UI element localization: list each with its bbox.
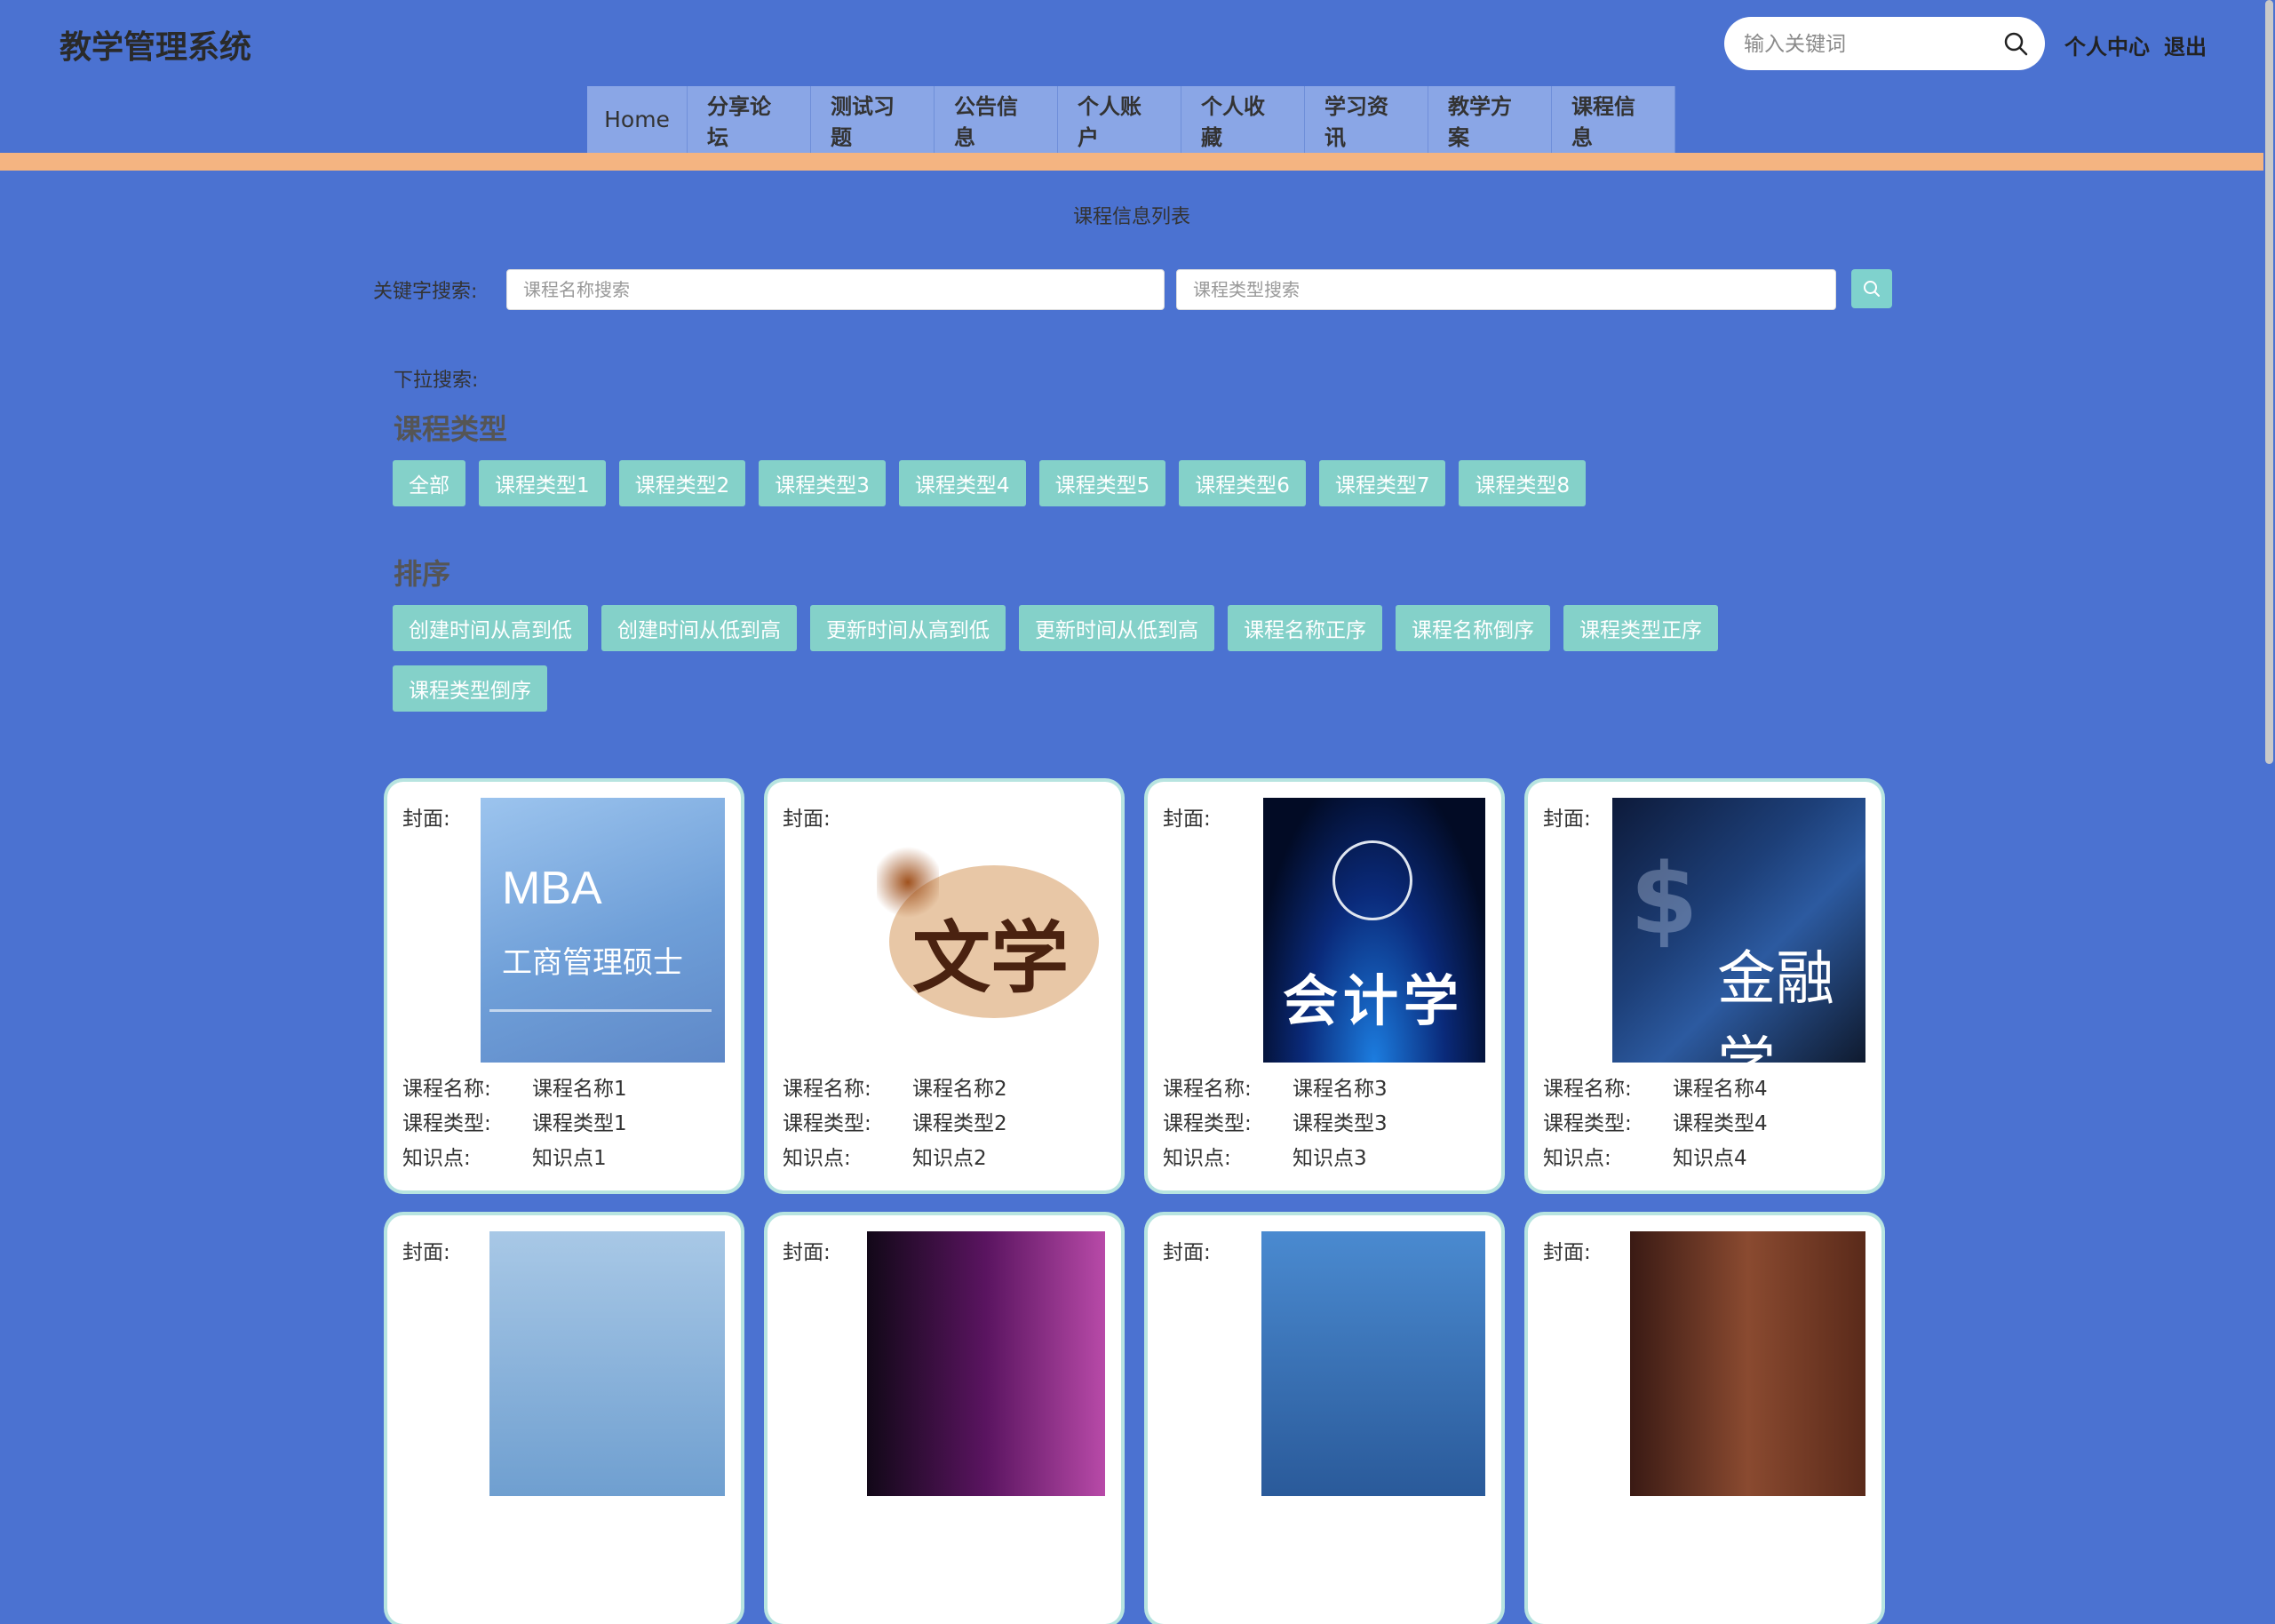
course-cover-image[interactable]: 文学 [861,798,1105,1063]
sort-created-desc[interactable]: 创建时间从高到低 [393,605,588,651]
university-seal [1332,840,1412,920]
cover-label: 封面: [402,808,450,831]
course-card[interactable]: 封面: 文学 课程名称: 课程名称2 课程类型: 课程类型2 知识点: 知识点2 [768,782,1121,1190]
type-chip-1[interactable]: 课程类型1 [479,460,606,506]
course-type-search-input[interactable] [1176,269,1836,310]
knowledge-point-row: 知识点: 知识点2 [783,1147,987,1170]
type-chip-2[interactable]: 课程类型2 [618,460,746,506]
cover-label: 封面: [402,1241,450,1264]
sort-type-desc[interactable]: 课程类型倒序 [393,665,547,712]
sort-name-asc[interactable]: 课程名称正序 [1228,605,1382,651]
nav-account[interactable]: 个人账户 [1058,86,1181,153]
cover-label: 封面: [1543,1241,1591,1264]
user-links: 个人中心 退出 [2064,29,2221,60]
course-cover-image[interactable] [1261,1231,1485,1496]
course-name-row: 课程名称: 课程名称3 [1163,1078,1388,1101]
cover-subtext: 工商管理硕士 [502,945,683,981]
course-card[interactable]: 封面: MBA 工商管理硕士 课程名称: 课程名称1 课程类型: 课程类型1 知识点… [387,782,741,1190]
type-chip-3[interactable]: 课程类型3 [759,460,886,506]
course-type-row: 课程类型: 课程类型4 [1543,1112,1768,1135]
accent-bar [0,153,2263,171]
nav-exercises[interactable]: 测试习题 [811,86,935,153]
course-type-row: 课程类型: 课程类型1 [402,1112,627,1135]
cover-label: 封面: [783,1241,831,1264]
knowledge-point-row: 知识点: 知识点1 [402,1147,607,1170]
scrollbar-thumb[interactable] [2265,0,2273,764]
nav-favorites[interactable]: 个人收藏 [1181,86,1305,153]
sort-section-title: 排序 [394,557,451,591]
course-type-row: 课程类型: 课程类型3 [1163,1112,1388,1135]
cover-label: 封面: [783,808,831,831]
search-icon[interactable] [2002,30,2029,57]
course-type-row: 课程类型: 课程类型2 [783,1112,1007,1135]
course-type-filters: 全部 课程类型1 课程类型2 课程类型3 课程类型4 课程类型5 课程类型6 课… [393,460,1796,506]
knowledge-point-row: 知识点: 知识点4 [1543,1147,1747,1170]
course-card[interactable]: 封面: [387,1215,741,1624]
cover-text: 文学 [912,912,1070,1004]
type-chip-8[interactable]: 课程类型8 [1459,460,1587,506]
cover-text: 会计学 [1283,968,1465,1033]
course-card[interactable]: 封面: [1528,1215,1881,1624]
cover-text: MBA [502,863,602,914]
course-card[interactable]: 封面: 会计学 课程名称: 课程名称3 课程类型: 课程类型3 知识点: 知识点3 [1148,782,1501,1190]
sort-updated-asc[interactable]: 更新时间从低到高 [1019,605,1214,651]
site-title: 教学管理系统 [60,29,252,66]
top-search-input[interactable] [1742,17,1994,72]
top-search-box [1724,17,2045,72]
course-type-section-title: 课程类型 [394,412,508,446]
course-name-search-input[interactable] [506,269,1165,310]
nav-announcements[interactable]: 公告信息 [935,86,1058,153]
cover-label: 封面: [1163,1241,1211,1264]
type-chip-6[interactable]: 课程类型6 [1179,460,1306,506]
sort-name-desc[interactable]: 课程名称倒序 [1396,605,1550,651]
dollar-glyph: $ [1630,842,1698,956]
course-name-row: 课程名称: 课程名称2 [783,1078,1007,1101]
course-card[interactable]: 封面: [1148,1215,1501,1624]
type-chip-4[interactable]: 课程类型4 [898,460,1026,506]
knowledge-point-row: 知识点: 知识点3 [1163,1147,1367,1170]
cover-label: 封面: [1163,808,1211,831]
course-cover-image[interactable] [867,1231,1105,1496]
course-name-row: 课程名称: 课程名称4 [1543,1078,1768,1101]
course-card[interactable]: 封面: [768,1215,1121,1624]
sort-updated-desc[interactable]: 更新时间从高到低 [810,605,1006,651]
course-cover-image[interactable]: 会计学 [1263,798,1485,1063]
sort-type-asc[interactable]: 课程类型正序 [1563,605,1718,651]
course-card[interactable]: 封面: $ 金融学 课程名称:课程名称4 课程类型:课程类型4 知识点:知识点4 [1528,782,1881,1190]
course-name-row: 课程名称: 课程名称1 [402,1078,627,1101]
nav-teaching-plan[interactable]: 教学方案 [1428,86,1552,153]
search-button[interactable] [1851,269,1892,308]
type-chip-7[interactable]: 课程类型7 [1318,460,1446,506]
sort-created-asc[interactable]: 创建时间从低到高 [601,605,797,651]
logout-link[interactable]: 退出 [2164,35,2207,60]
nav-news[interactable]: 学习资讯 [1305,86,1428,153]
cover-label: 封面: [1543,808,1591,831]
course-cover-image[interactable] [1630,1231,1865,1496]
course-cover-image[interactable]: MBA 工商管理硕士 [481,798,725,1063]
search-icon [1864,281,1880,297]
cover-decoration [489,1009,712,1012]
cover-text: 金融学 [1717,944,1834,1063]
dropdown-search-label: 下拉搜索: [394,370,479,392]
main-nav: Home 分享论坛 测试习题 公告信息 个人账户 个人收藏 学习资讯 教学方案 … [587,86,1675,153]
keyword-search-label: 关键字搜索: [373,281,478,303]
course-cover-image[interactable]: $ 金融学 [1612,798,1865,1063]
course-cover-image[interactable] [489,1231,725,1496]
page-title: 课程信息列表 [1072,206,1190,228]
type-chip-5[interactable]: 课程类型5 [1038,460,1166,506]
user-center-link[interactable]: 个人中心 [2064,35,2150,60]
nav-forum[interactable]: 分享论坛 [688,86,811,153]
sort-options: 创建时间从高到低 创建时间从低到高 更新时间从高到低 更新时间从低到高 课程名称… [393,605,1796,712]
nav-home[interactable]: Home [587,86,688,153]
nav-course-info[interactable]: 课程信息 [1552,86,1675,153]
type-chip-all[interactable]: 全部 [393,460,465,506]
